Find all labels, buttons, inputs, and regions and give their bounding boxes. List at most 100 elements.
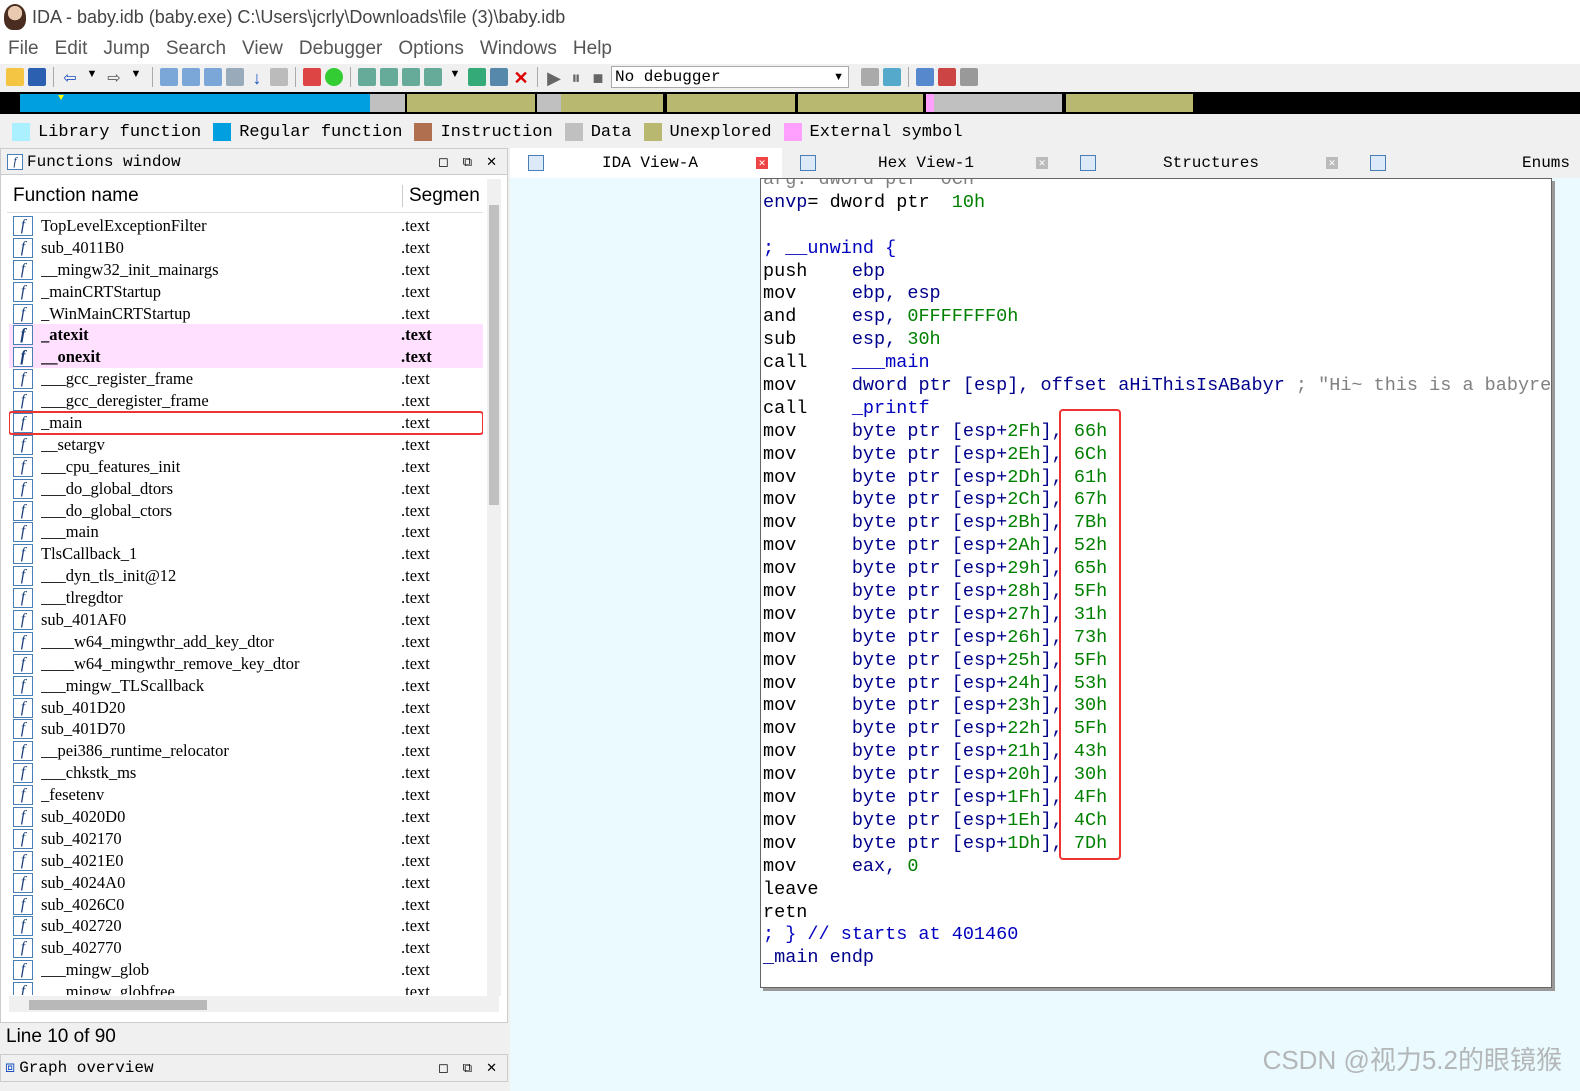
code-line[interactable]: mov byte ptr [esp+28h], 5Fh: [763, 581, 1551, 604]
scrollbar-thumb[interactable]: [489, 205, 499, 505]
functions-vertical-scrollbar[interactable]: [487, 179, 501, 996]
stop-icon[interactable]: ■: [589, 68, 607, 88]
function-row[interactable]: f ____w64_mingwthr_add_key_dtor .text: [9, 631, 483, 653]
breakpoint-list-icon[interactable]: [916, 68, 934, 86]
code-line[interactable]: and esp, 0FFFFFFF0h: [763, 306, 1551, 329]
jump-down-icon[interactable]: ↓: [248, 68, 266, 88]
menu-options[interactable]: Options: [398, 38, 463, 60]
create-function-icon[interactable]: [358, 68, 376, 86]
delete-icon[interactable]: ✕: [512, 68, 530, 88]
play-icon[interactable]: ▶: [545, 68, 563, 88]
remove-breakpoint-icon[interactable]: [960, 68, 978, 86]
code-line[interactable]: mov ebp, esp: [763, 283, 1551, 306]
function-row[interactable]: f ___tlregdtor .text: [9, 587, 483, 609]
open-icon[interactable]: [6, 68, 24, 86]
close-icon[interactable]: ✕: [1326, 157, 1338, 169]
search-immediate-icon[interactable]: [204, 68, 222, 86]
function-row[interactable]: f _fesetenv .text: [9, 784, 483, 806]
function-row[interactable]: f ___chkstk_ms .text: [9, 762, 483, 784]
menu-windows[interactable]: Windows: [480, 38, 557, 60]
restore-icon[interactable]: ◻: [438, 154, 449, 170]
function-row[interactable]: f sub_401D70 .text: [9, 718, 483, 740]
code-line[interactable]: mov byte ptr [esp+22h], 5Fh: [763, 718, 1551, 741]
menu-file[interactable]: File: [8, 38, 39, 60]
plugin-dropdown-icon[interactable]: ▼: [446, 68, 464, 86]
navigation-band[interactable]: [0, 92, 1580, 114]
code-line[interactable]: mov byte ptr [esp+26h], 73h: [763, 627, 1551, 650]
function-row[interactable]: f ____w64_mingwthr_remove_key_dtor .text: [9, 653, 483, 675]
plugin-icon[interactable]: [424, 68, 442, 86]
code-line[interactable]: mov byte ptr [esp+23h], 30h: [763, 695, 1551, 718]
function-row[interactable]: f ___dyn_tls_init@12 .text: [9, 565, 483, 587]
edit-icon[interactable]: [490, 68, 508, 86]
forward-arrow-icon[interactable]: ⇨: [105, 68, 123, 87]
code-line[interactable]: mov eax, 0: [763, 856, 1551, 879]
function-row[interactable]: f _main .text: [9, 411, 483, 435]
code-line[interactable]: ; } // starts at 401460: [763, 924, 1551, 947]
code-line[interactable]: mov byte ptr [esp+2Dh], 61h: [763, 467, 1551, 490]
function-row[interactable]: f TopLevelExceptionFilter .text: [9, 215, 483, 237]
code-line[interactable]: mov byte ptr [esp+1Fh], 4Fh: [763, 787, 1551, 810]
function-row[interactable]: f TlsCallback_1 .text: [9, 543, 483, 565]
code-line[interactable]: push ebp: [763, 261, 1551, 284]
green-dot-icon[interactable]: [325, 68, 343, 86]
float-icon[interactable]: ⧉: [463, 1060, 472, 1076]
attach-icon[interactable]: [883, 68, 901, 86]
code-line[interactable]: mov byte ptr [esp+21h], 43h: [763, 741, 1551, 764]
function-row[interactable]: f sub_401D20 .text: [9, 697, 483, 719]
code-line[interactable]: arg: dword ptr 0Ch: [763, 179, 1551, 192]
close-icon[interactable]: ✕: [1036, 157, 1048, 169]
column-segment[interactable]: Segmen: [403, 185, 480, 207]
code-line[interactable]: mov byte ptr [esp+2Ch], 67h: [763, 489, 1551, 512]
tab-enums[interactable]: Enums: [1352, 148, 1580, 178]
function-row[interactable]: f _atexit .text: [9, 324, 483, 347]
function-row[interactable]: f sub_4021E0 .text: [9, 850, 483, 872]
function-row[interactable]: f ___gcc_register_frame .text: [9, 368, 483, 390]
menu-jump[interactable]: Jump: [103, 38, 149, 60]
code-line[interactable]: mov byte ptr [esp+2Eh], 6Ch: [763, 444, 1551, 467]
function-row[interactable]: f sub_402170 .text: [9, 828, 483, 850]
ida-view-a-pane[interactable]: arg: dword ptr 0Ch envp= dword ptr 10h ; _…: [510, 178, 1580, 1091]
column-function-name[interactable]: Function name: [7, 184, 403, 207]
warning-icon[interactable]: [303, 68, 321, 86]
edit-function-icon[interactable]: [380, 68, 398, 86]
function-row[interactable]: f sub_402770 .text: [9, 937, 483, 959]
function-row[interactable]: f ___mingw_globfree .text: [9, 981, 483, 995]
functions-horizontal-scrollbar[interactable]: [9, 996, 499, 1012]
menu-search[interactable]: Search: [166, 38, 226, 60]
code-line[interactable]: [763, 215, 1551, 238]
code-line[interactable]: mov byte ptr [esp+29h], 65h: [763, 558, 1551, 581]
function-row[interactable]: f __onexit .text: [9, 346, 483, 369]
code-line[interactable]: mov byte ptr [esp+25h], 5Fh: [763, 650, 1551, 673]
function-row[interactable]: f _WinMainCRTStartup .text: [9, 303, 483, 325]
code-line[interactable]: call ___main: [763, 352, 1551, 375]
function-row[interactable]: f ___main .text: [9, 521, 483, 543]
add-node-icon[interactable]: [402, 68, 420, 86]
forward-dropdown-icon[interactable]: ▼: [127, 68, 145, 86]
function-row[interactable]: f sub_4024A0 .text: [9, 872, 483, 894]
menu-debugger[interactable]: Debugger: [299, 38, 382, 60]
function-row[interactable]: f ___do_global_dtors .text: [9, 478, 483, 500]
function-row[interactable]: f sub_4011B0 .text: [9, 237, 483, 259]
code-line[interactable]: sub esp, 30h: [763, 329, 1551, 352]
code-line[interactable]: mov byte ptr [esp+2Ah], 52h: [763, 535, 1551, 558]
code-line[interactable]: mov byte ptr [esp+1Dh], 7Dh: [763, 833, 1551, 856]
function-row[interactable]: f __pei386_runtime_relocator .text: [9, 740, 483, 762]
code-line[interactable]: call _printf: [763, 398, 1551, 421]
float-icon[interactable]: ⧉: [463, 154, 472, 170]
code-line[interactable]: mov byte ptr [esp+1Eh], 4Ch: [763, 810, 1551, 833]
function-row[interactable]: f __mingw32_init_mainargs .text: [9, 259, 483, 281]
menu-view[interactable]: View: [242, 38, 283, 60]
code-line[interactable]: ; __unwind {: [763, 238, 1551, 261]
tab-ida-view-a[interactable]: IDA View-A ✕: [510, 148, 782, 178]
restore-icon[interactable]: ◻: [438, 1060, 449, 1076]
close-icon[interactable]: ✕: [486, 154, 497, 170]
code-line[interactable]: _main endp: [763, 947, 1551, 970]
back-dropdown-icon[interactable]: ▼: [83, 68, 101, 86]
search-next-icon[interactable]: [226, 68, 244, 86]
function-row[interactable]: f sub_402720 .text: [9, 916, 483, 938]
search-text-icon[interactable]: [160, 68, 178, 86]
function-row[interactable]: f _mainCRTStartup .text: [9, 281, 483, 303]
back-arrow-icon[interactable]: ⇦: [61, 68, 79, 87]
menu-edit[interactable]: Edit: [55, 38, 88, 60]
